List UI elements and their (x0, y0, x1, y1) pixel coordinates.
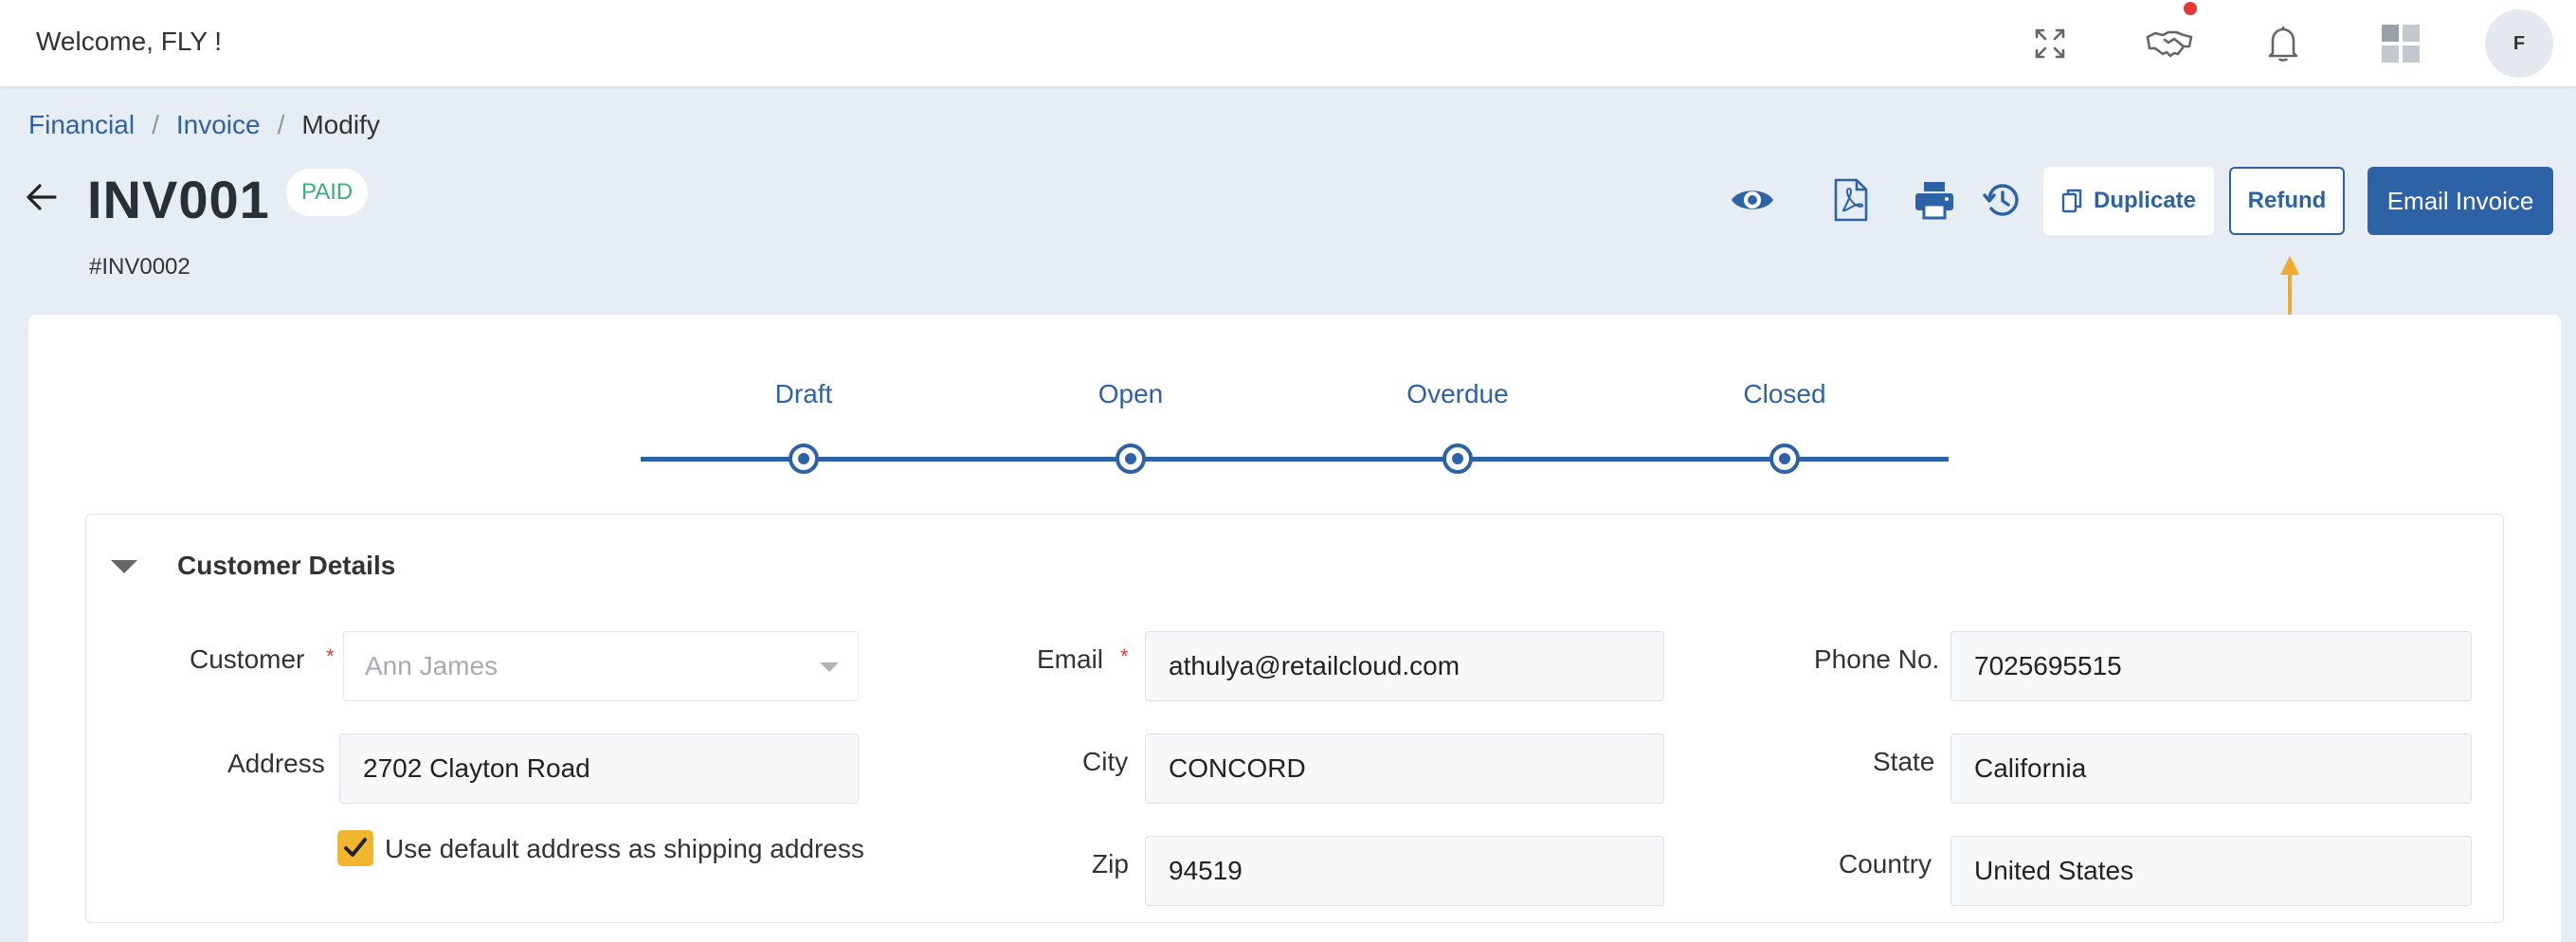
status-badge: PAID (286, 169, 369, 216)
step-node (1116, 444, 1146, 474)
refund-button[interactable]: Refund (2229, 167, 2345, 235)
top-bar: Welcome, FLY ! F (0, 0, 2576, 87)
duplicate-label: Duplicate (2093, 188, 2197, 213)
default-shipping-checkbox[interactable] (337, 830, 373, 866)
email-label: Email (1037, 644, 1104, 674)
back-arrow-icon[interactable] (23, 178, 61, 216)
duplicate-button[interactable]: Duplicate (2043, 167, 2214, 235)
address-label: Address (227, 749, 325, 778)
address-field[interactable]: 2702 Clayton Road (339, 734, 859, 804)
country-field[interactable]: United States (1950, 836, 2472, 906)
print-icon[interactable] (1911, 176, 1958, 224)
email-invoice-button[interactable]: Email Invoice (2367, 167, 2553, 235)
step-closed[interactable]: Closed (1690, 379, 1879, 474)
step-label: Open (1098, 379, 1164, 408)
customer-value: Ann James (365, 651, 499, 680)
notification-dot (2184, 2, 2197, 15)
step-overdue[interactable]: Overdue (1363, 379, 1552, 474)
chevron-down-icon (820, 662, 839, 672)
step-node (1769, 444, 1800, 474)
status-stepper: Draft Open Overdue Closed (641, 379, 1949, 483)
breadcrumb-separator: / (152, 110, 159, 139)
pdf-icon[interactable] (1827, 176, 1875, 224)
section-title: Customer Details (177, 551, 396, 580)
phone-label: Phone No. (1814, 644, 1940, 674)
customer-label: Customer (190, 644, 305, 674)
eye-icon[interactable] (1729, 176, 1776, 224)
step-open[interactable]: Open (1036, 379, 1225, 474)
user-avatar[interactable]: F (2485, 9, 2553, 78)
copy-icon (2061, 189, 2082, 213)
bell-icon[interactable] (2259, 21, 2307, 66)
email-field[interactable]: athulya@retailcloud.com (1145, 631, 1664, 701)
phone-field[interactable]: 7025695515 (1950, 631, 2472, 701)
zip-label: Zip (1092, 849, 1129, 879)
step-node (1442, 444, 1473, 474)
step-label: Overdue (1406, 379, 1509, 408)
required-mark: * (1120, 644, 1129, 668)
breadcrumb-modify: Modify (301, 110, 380, 139)
invoice-title: INV001 (87, 170, 270, 229)
fullscreen-icon[interactable] (2026, 21, 2074, 66)
country-label: Country (1839, 849, 1932, 879)
zip-field[interactable]: 94519 (1145, 836, 1664, 906)
invoice-number: #INV0002 (89, 254, 190, 280)
welcome-text: Welcome, FLY ! (36, 27, 223, 56)
history-icon[interactable] (1979, 176, 2026, 224)
collapse-caret-icon[interactable] (111, 560, 137, 573)
step-label: Closed (1743, 379, 1826, 408)
default-shipping-label: Use default address as shipping address (385, 834, 864, 863)
breadcrumb-separator: / (277, 110, 285, 139)
breadcrumb-financial[interactable]: Financial (28, 110, 135, 140)
city-field[interactable]: CONCORD (1145, 734, 1664, 804)
state-field[interactable]: California (1950, 734, 2472, 804)
step-draft[interactable]: Draft (709, 379, 898, 474)
step-label: Draft (774, 379, 833, 408)
state-label: State (1873, 747, 1935, 776)
apps-grid-icon[interactable] (2377, 21, 2424, 66)
breadcrumb-invoice[interactable]: Invoice (176, 110, 261, 140)
required-mark: * (326, 644, 335, 668)
step-node (789, 444, 819, 474)
stepper-line (641, 457, 1949, 462)
breadcrumb: Financial / Invoice / Modify (28, 110, 380, 140)
checkmark-icon (344, 838, 367, 857)
customer-select[interactable]: Ann James (343, 631, 859, 701)
city-label: City (1082, 747, 1129, 776)
handshake-icon[interactable] (2142, 2, 2197, 66)
